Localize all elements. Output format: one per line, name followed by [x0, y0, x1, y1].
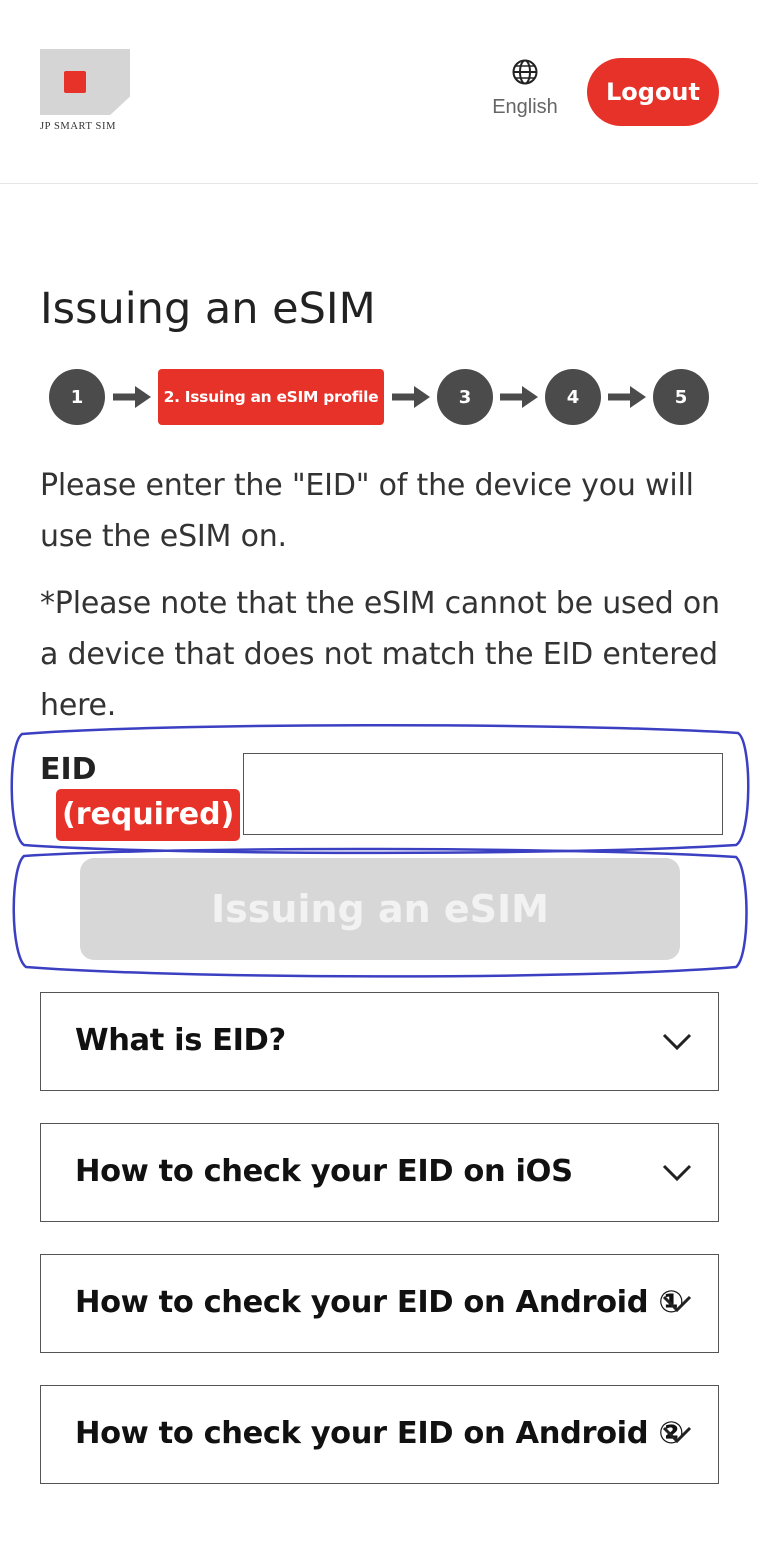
issue-esim-button[interactable]: Issuing an eSIM: [80, 858, 680, 960]
step-4: 4: [545, 369, 601, 425]
chevron-down-icon: [662, 1164, 692, 1182]
page-title: Issuing an eSIM: [40, 284, 376, 334]
eid-warning-note: *Please note that the eSIM cannot be use…: [40, 586, 720, 723]
language-selector[interactable]: English: [482, 58, 568, 124]
faq-title: How to check your EID on Android ①: [75, 1285, 684, 1320]
eid-instruction-text: Please enter the "EID" of the device you…: [40, 468, 694, 554]
jp-smart-sim-logo[interactable]: JP SMART SIM: [40, 49, 132, 137]
arrow-right-icon: [113, 386, 151, 408]
faq-eid-on-android-1[interactable]: How to check your EID on Android ①: [40, 1254, 719, 1353]
faq-what-is-eid[interactable]: What is EID?: [40, 992, 719, 1091]
step-2-active: 2. Issuing an eSIM profile: [158, 369, 384, 425]
logout-button[interactable]: Logout: [587, 58, 719, 126]
site-header: JP SMART SIM English Logout: [0, 0, 758, 184]
step-1: 1: [49, 369, 105, 425]
arrow-right-icon: [500, 386, 538, 408]
step-3: 3: [437, 369, 493, 425]
required-badge: (required): [56, 789, 241, 841]
faq-title: How to check your EID on iOS: [75, 1154, 573, 1189]
faq-title: How to check your EID on Android ②: [75, 1416, 684, 1451]
arrow-right-icon: [608, 386, 646, 408]
language-label: English: [492, 96, 558, 118]
chevron-down-icon: [662, 1295, 692, 1313]
step-5: 5: [653, 369, 709, 425]
sim-chip-mark: [64, 71, 86, 93]
chevron-down-icon: [662, 1033, 692, 1051]
arrow-right-icon: [392, 386, 430, 408]
progress-stepper: 1 2. Issuing an eSIM profile 3 4 5: [49, 369, 711, 427]
eid-label: EID: [40, 752, 97, 787]
chevron-down-icon: [662, 1426, 692, 1444]
faq-title: What is EID?: [75, 1023, 286, 1058]
globe-icon: [512, 59, 538, 85]
eid-input[interactable]: [243, 753, 723, 835]
logo-text: JP SMART SIM: [40, 121, 117, 132]
faq-eid-on-ios[interactable]: How to check your EID on iOS: [40, 1123, 719, 1222]
faq-eid-on-android-2[interactable]: How to check your EID on Android ②: [40, 1385, 719, 1484]
